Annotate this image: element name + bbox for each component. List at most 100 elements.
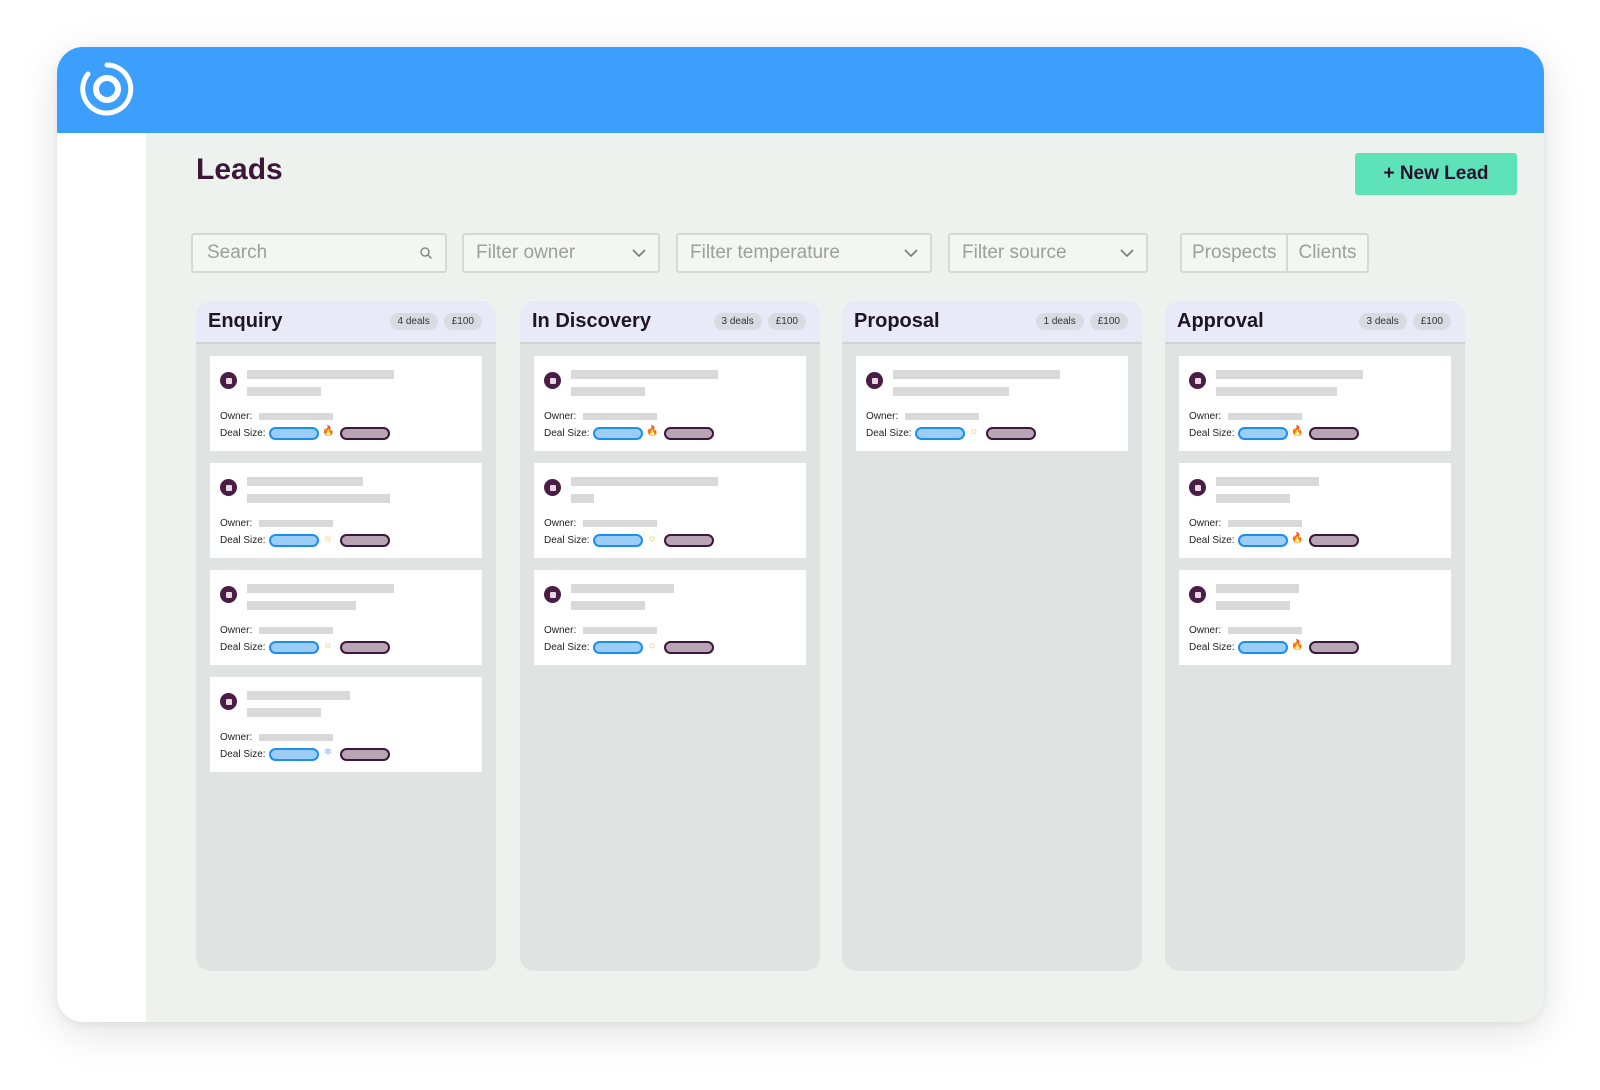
owner-value-placeholder xyxy=(259,520,333,527)
source-chip xyxy=(986,427,1036,440)
lead-card[interactable]: Owner: Deal Size: 🔥 xyxy=(1179,463,1451,558)
lead-card[interactable]: Owner: Deal Size: ☼ xyxy=(534,570,806,665)
lead-card[interactable]: Owner: Deal Size: ☼ xyxy=(856,356,1128,451)
owner-label: Owner: xyxy=(1189,518,1222,529)
column-divider xyxy=(842,342,1142,344)
column-header: Enquiry 4 deals £100 xyxy=(196,301,496,342)
company-avatar-icon xyxy=(220,586,237,603)
lead-name-placeholder xyxy=(247,584,394,593)
lead-card[interactable]: Owner: Deal Size: ☼ xyxy=(210,570,482,665)
lead-company-placeholder xyxy=(247,494,390,503)
company-avatar-icon xyxy=(220,693,237,710)
brand-ring-logo-icon[interactable] xyxy=(79,61,135,117)
search-input[interactable] xyxy=(205,241,419,265)
company-avatar-icon xyxy=(1189,479,1206,496)
company-avatar-icon xyxy=(1189,586,1206,603)
owner-label: Owner: xyxy=(220,518,253,529)
filter-temperature-select[interactable]: Filter temperature xyxy=(676,233,932,273)
deal-value-badge: £100 xyxy=(1412,313,1451,330)
prospects-clients-toggle: Prospects Clients xyxy=(1180,233,1369,273)
deal-size-label: Deal Size: xyxy=(544,428,590,439)
owner-value-placeholder xyxy=(583,627,657,634)
owner-value-placeholder xyxy=(259,734,333,741)
filter-source-select[interactable]: Filter source xyxy=(948,233,1148,273)
lead-card[interactable]: Owner: Deal Size: ☼ xyxy=(534,463,806,558)
deal-size-label: Deal Size: xyxy=(220,428,266,439)
column-header: Proposal 1 deals £100 xyxy=(842,301,1142,342)
deal-size-chip xyxy=(1238,641,1288,654)
prospects-tab[interactable]: Prospects xyxy=(1182,235,1286,271)
deal-value-badge: £100 xyxy=(1089,313,1128,330)
search-icon xyxy=(420,247,433,260)
source-chip xyxy=(1309,534,1359,547)
owner-label: Owner: xyxy=(1189,625,1222,636)
lead-card[interactable]: Owner: Deal Size: 🔥 xyxy=(1179,570,1451,665)
owner-value-placeholder xyxy=(259,413,333,420)
lead-company-placeholder xyxy=(1216,387,1337,396)
company-avatar-icon xyxy=(544,479,561,496)
deal-size-label: Deal Size: xyxy=(544,642,590,653)
hot-temperature-icon: 🔥 xyxy=(322,426,335,437)
deal-size-label: Deal Size: xyxy=(220,535,266,546)
clients-tab[interactable]: Clients xyxy=(1286,235,1366,271)
chevron-down-icon xyxy=(1120,248,1134,257)
warm-temperature-icon: ☼ xyxy=(647,640,657,651)
deal-size-label: Deal Size: xyxy=(1189,642,1235,653)
column-divider xyxy=(196,342,496,344)
lead-name-placeholder xyxy=(247,477,363,486)
deal-count-badge: 4 deals xyxy=(389,313,438,330)
sidebar xyxy=(57,133,146,1022)
hot-temperature-icon: 🔥 xyxy=(646,426,659,437)
lead-card[interactable]: Owner: Deal Size: 🔥 xyxy=(534,356,806,451)
column-header: In Discovery 3 deals £100 xyxy=(520,301,820,342)
kanban-column: Approval 3 deals £100 Owner: Deal Size: 🔥 Owne… xyxy=(1165,301,1465,971)
hot-temperature-icon: 🔥 xyxy=(1291,640,1304,651)
owner-value-placeholder xyxy=(1228,520,1302,527)
lead-name-placeholder xyxy=(247,691,350,700)
lead-name-placeholder xyxy=(1216,477,1319,486)
column-divider xyxy=(520,342,820,344)
hot-temperature-icon: 🔥 xyxy=(1291,426,1304,437)
source-chip xyxy=(340,748,390,761)
warm-temperature-icon: ☼ xyxy=(969,426,979,437)
deal-size-chip xyxy=(593,534,643,547)
lead-company-placeholder xyxy=(571,601,645,610)
deal-size-chip xyxy=(1238,534,1288,547)
column-divider xyxy=(1165,342,1465,344)
deal-size-label: Deal Size: xyxy=(1189,535,1235,546)
owner-label: Owner: xyxy=(866,411,899,422)
app-window: Leads + New Lead Filter owner Filter tem… xyxy=(57,47,1544,1022)
company-avatar-icon xyxy=(544,586,561,603)
owner-value-placeholder xyxy=(583,520,657,527)
column-title: Approval xyxy=(1177,310,1264,332)
warm-temperature-icon: ☼ xyxy=(323,533,333,544)
owner-label: Owner: xyxy=(1189,411,1222,422)
lead-card[interactable]: Owner: Deal Size: ❄ xyxy=(210,677,482,772)
warm-temperature-icon: ☼ xyxy=(323,640,333,651)
company-avatar-icon xyxy=(544,372,561,389)
lead-card[interactable]: Owner: Deal Size: ☼ xyxy=(210,463,482,558)
deal-size-chip xyxy=(915,427,965,440)
lead-company-placeholder xyxy=(1216,601,1290,610)
filter-owner-select[interactable]: Filter owner xyxy=(462,233,660,273)
lead-name-placeholder xyxy=(1216,370,1363,379)
lead-company-placeholder xyxy=(247,601,356,610)
deal-value-badge: £100 xyxy=(767,313,806,330)
lead-company-placeholder xyxy=(247,708,321,717)
company-avatar-icon xyxy=(866,372,883,389)
lead-company-placeholder xyxy=(1216,494,1290,503)
page-title: Leads xyxy=(196,153,283,186)
source-chip xyxy=(340,641,390,654)
deal-size-chip xyxy=(1238,427,1288,440)
lead-card[interactable]: Owner: Deal Size: 🔥 xyxy=(1179,356,1451,451)
cold-temperature-icon: ❄ xyxy=(323,747,333,758)
kanban-column: Enquiry 4 deals £100 Owner: Deal Size: 🔥 Owner… xyxy=(196,301,496,971)
deal-size-chip xyxy=(593,641,643,654)
column-header: Approval 3 deals £100 xyxy=(1165,301,1465,342)
deal-size-chip xyxy=(593,427,643,440)
lead-card[interactable]: Owner: Deal Size: 🔥 xyxy=(210,356,482,451)
chevron-down-icon xyxy=(904,248,918,257)
new-lead-button[interactable]: + New Lead xyxy=(1355,153,1517,195)
search-field[interactable] xyxy=(191,233,447,273)
deal-size-chip xyxy=(269,427,319,440)
